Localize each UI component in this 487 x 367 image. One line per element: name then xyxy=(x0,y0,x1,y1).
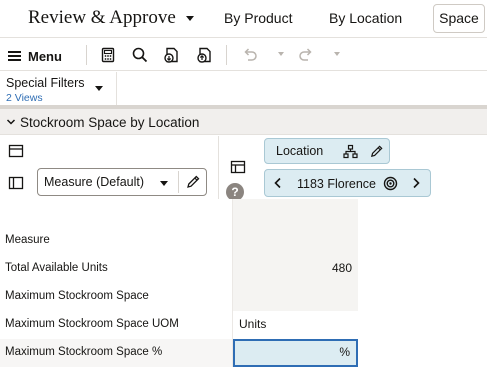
chevron-left-icon[interactable] xyxy=(271,176,285,190)
calculator-icon[interactable] xyxy=(99,46,117,64)
pencil-icon[interactable] xyxy=(185,174,201,190)
redo-icon[interactable] xyxy=(297,46,315,64)
location-chip-label: Location xyxy=(276,144,324,158)
pivot-layout-icon[interactable] xyxy=(230,159,246,175)
data-cell[interactable]: Units xyxy=(233,311,358,339)
location-navigator: 1183 Florence xyxy=(264,169,431,197)
grid-spacer-row xyxy=(0,199,358,227)
hamburger-icon xyxy=(8,51,21,61)
search-icon[interactable] xyxy=(131,46,149,64)
table-row: Maximum Stockroom Space xyxy=(0,283,358,311)
column-layout-icon[interactable] xyxy=(8,143,24,159)
row-label: Total Available Units xyxy=(0,255,233,283)
measure-column-header: Measure xyxy=(0,227,233,255)
toolbar-divider xyxy=(86,45,87,65)
tab-by-location[interactable]: By Location xyxy=(329,10,402,26)
chevron-down-icon xyxy=(95,86,103,91)
redo-dropdown-icon[interactable] xyxy=(334,52,340,56)
data-cell[interactable] xyxy=(233,283,358,311)
divider xyxy=(218,136,219,199)
chevron-down-icon[interactable] xyxy=(186,16,194,21)
grid-column-header xyxy=(233,227,358,255)
toolbar: Menu xyxy=(0,39,487,71)
undo-dropdown-icon[interactable] xyxy=(278,52,284,56)
measure-select-value: Measure (Default) xyxy=(44,175,145,189)
grid-column-header xyxy=(233,199,358,227)
measure-select[interactable]: Measure (Default) xyxy=(37,168,207,196)
special-filters-dropdown[interactable]: Special Filters 2 Views xyxy=(0,72,117,106)
chevron-down-icon xyxy=(160,181,168,186)
import-icon[interactable] xyxy=(163,46,181,64)
special-filters-label: Special Filters xyxy=(6,76,85,90)
location-value: 1183 Florence xyxy=(297,177,376,191)
app-header: Review & Approve By Product By Location … xyxy=(0,0,487,38)
hierarchy-icon[interactable] xyxy=(343,144,358,159)
divider xyxy=(178,171,179,193)
section-header: Stockroom Space by Location xyxy=(0,109,487,135)
pencil-icon[interactable] xyxy=(369,144,384,159)
section-title: Stockroom Space by Location xyxy=(20,115,200,130)
row-layout-icon[interactable] xyxy=(8,175,24,191)
special-filters-views[interactable]: 2 Views xyxy=(6,92,43,104)
data-cell[interactable]: 480 xyxy=(233,255,358,283)
row-label: Maximum Stockroom Space % xyxy=(0,339,233,367)
toolbar-divider xyxy=(226,45,227,65)
table-row: Maximum Stockroom Space UOM Units xyxy=(0,311,358,339)
row-label: Maximum Stockroom Space UOM xyxy=(0,311,233,339)
target-icon[interactable] xyxy=(383,176,398,191)
app-title[interactable]: Review & Approve xyxy=(28,7,176,29)
undo-icon[interactable] xyxy=(241,46,259,64)
table-row: Total Available Units 480 xyxy=(0,255,358,283)
grid-header-row: Measure xyxy=(0,227,358,255)
filters-bar: Special Filters 2 Views xyxy=(0,72,487,106)
export-icon[interactable] xyxy=(196,46,214,64)
chevron-down-icon[interactable] xyxy=(6,116,16,126)
data-grid: Measure Total Available Units 480 Maximu… xyxy=(0,199,358,367)
menu-label: Menu xyxy=(28,48,62,64)
data-cell-selected[interactable]: % xyxy=(233,339,358,367)
tab-by-product[interactable]: By Product xyxy=(224,10,292,26)
row-label: Maximum Stockroom Space xyxy=(0,283,233,311)
chevron-right-icon[interactable] xyxy=(409,176,423,190)
grid-spacer-cell xyxy=(0,199,233,227)
menu-button[interactable]: Menu xyxy=(8,47,62,65)
location-dimension-chip[interactable]: Location xyxy=(264,138,390,164)
table-row: Maximum Stockroom Space % % xyxy=(0,339,358,367)
tab-space[interactable]: Space xyxy=(433,4,485,33)
